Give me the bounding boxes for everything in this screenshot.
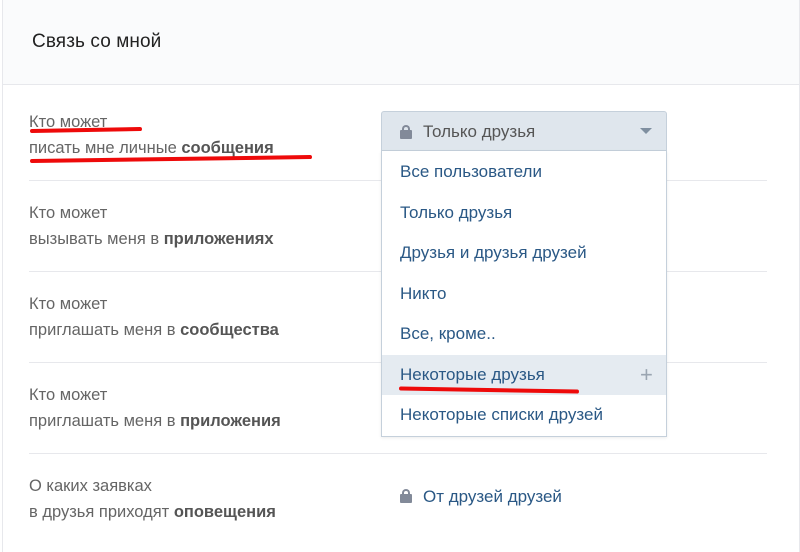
row-divider xyxy=(29,453,767,454)
messages-privacy-select[interactable]: Только друзья xyxy=(381,111,667,151)
privacy-value: От друзей друзей xyxy=(423,487,562,506)
privacy-dropdown-menu: Все пользователи Только друзья Друзья и … xyxy=(381,151,667,437)
setting-label-line1: Кто может xyxy=(29,386,108,404)
chevron-down-icon[interactable] xyxy=(640,128,652,134)
dropdown-option[interactable]: Все пользователи xyxy=(382,152,666,192)
friend-requests-privacy-link[interactable]: От друзей друзей xyxy=(400,487,562,507)
lock-icon xyxy=(400,125,412,139)
setting-label-bold: приложения xyxy=(180,412,281,430)
setting-label-bold: оповещения xyxy=(173,503,276,521)
setting-label-line2: приглашать меня в xyxy=(29,412,181,430)
setting-label-bold: сообщества xyxy=(180,321,279,339)
page-title: Связь со мной xyxy=(32,31,162,52)
setting-label-bold: сообщения xyxy=(181,139,274,157)
dropdown-option[interactable]: Никто xyxy=(382,274,666,314)
setting-label: О каких заявках в друзья приходят оповещ… xyxy=(29,473,767,525)
setting-label-bold: приложениях xyxy=(163,230,274,248)
setting-label-line2: вызывать меня в xyxy=(29,230,164,248)
plus-icon[interactable]: + xyxy=(640,355,653,395)
setting-row-friend-request-notifications: О каких заявках в друзья приходят оповещ… xyxy=(29,473,767,525)
setting-label-line2: приглашать меня в xyxy=(29,321,181,339)
lock-icon xyxy=(400,489,412,503)
setting-label-line2: писать мне личные xyxy=(29,139,182,157)
setting-label-line1: Кто может xyxy=(29,295,108,313)
dropdown-option[interactable]: Только друзья xyxy=(382,193,666,233)
setting-label-line1: Кто может xyxy=(29,204,108,222)
dropdown-option[interactable]: Друзья и друзья друзей xyxy=(382,233,666,273)
select-current-value: Только друзья xyxy=(423,122,536,141)
dropdown-option[interactable]: Некоторые списки друзей xyxy=(382,395,666,435)
setting-label-line1: О каких заявках xyxy=(29,477,152,495)
dropdown-option[interactable]: Все, кроме.. xyxy=(382,314,666,354)
card-header: Связь со мной xyxy=(3,0,799,85)
setting-label-line2: в друзья приходят xyxy=(29,503,174,521)
